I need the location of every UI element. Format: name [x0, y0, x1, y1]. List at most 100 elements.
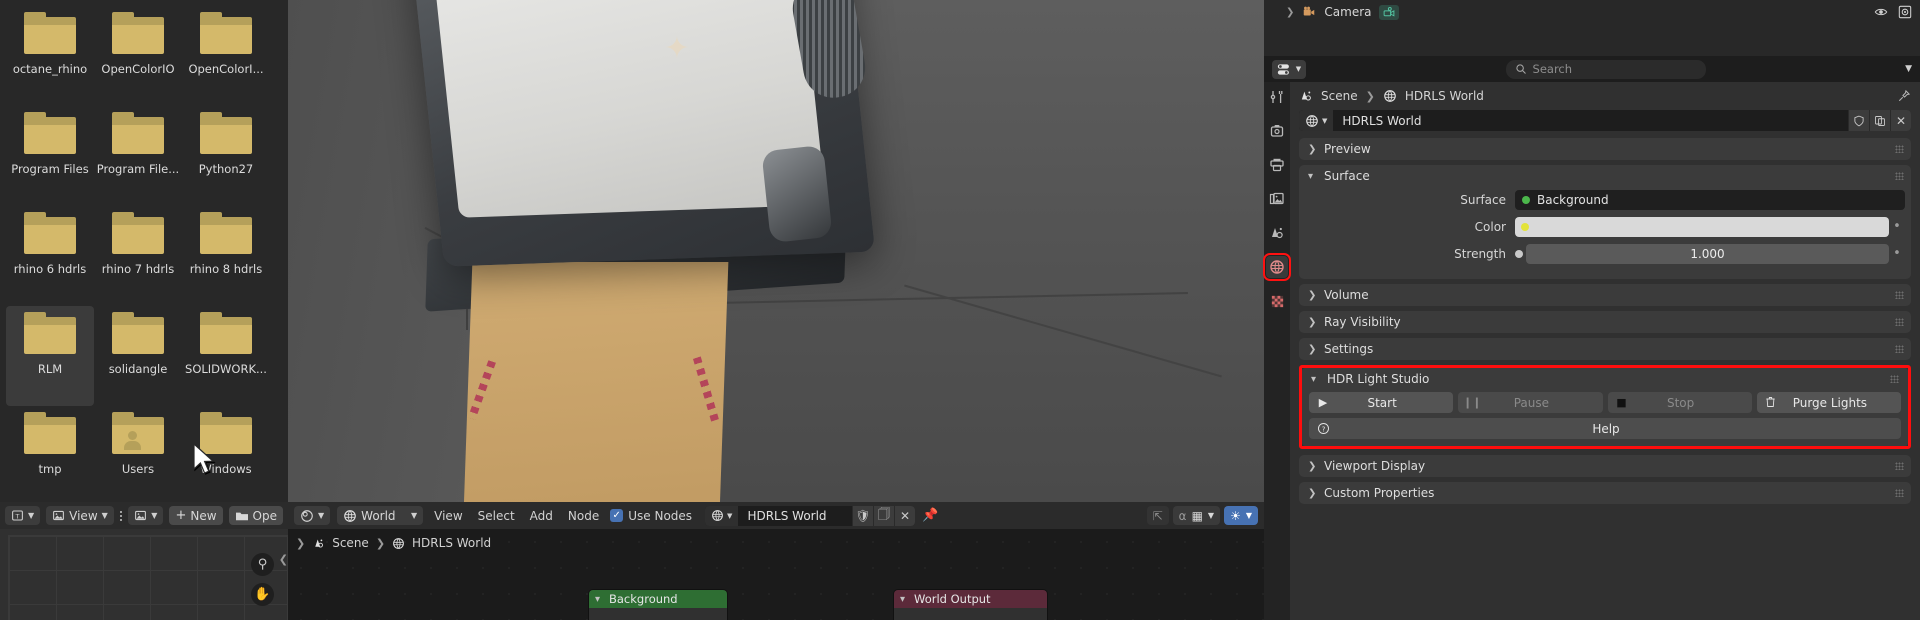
start-button[interactable]: ▶ Start: [1309, 392, 1454, 413]
overlay-toggle[interactable]: ☀ ▼: [1224, 506, 1258, 525]
camera-data-icon[interactable]: [1379, 4, 1400, 20]
surface-strength-slider[interactable]: 1.000: [1526, 243, 1889, 264]
view-menu[interactable]: View ▼: [46, 506, 114, 525]
outliner-camera-label[interactable]: Camera: [1324, 5, 1371, 19]
copy-icon[interactable]: [1869, 110, 1890, 131]
menu-node[interactable]: Node: [564, 509, 603, 523]
node-header[interactable]: ▾ World Output: [894, 590, 1047, 608]
file-item[interactable]: rhino 7 hdrls: [94, 206, 182, 306]
panel-grip-icon[interactable]: [1895, 291, 1904, 299]
panel-viewport-display[interactable]: ❯ Viewport Display: [1299, 455, 1911, 477]
editor-type-selector[interactable]: ▼: [1272, 59, 1306, 79]
panel-surface[interactable]: ▾ Surface Surface Background Color • Str…: [1299, 165, 1911, 279]
outliner-row-camera[interactable]: ❯ Camera: [1264, 0, 1920, 24]
use-nodes-checkbox[interactable]: ✓ Use Nodes: [610, 509, 692, 523]
snapping-controls[interactable]: ⍺ ▦ ▼: [1172, 506, 1221, 525]
breadcrumb-scene-label[interactable]: Scene: [332, 536, 369, 550]
file-item[interactable]: SOLIDWORK...: [182, 306, 270, 406]
copy-icon[interactable]: 🗍: [873, 505, 895, 526]
file-item[interactable]: OpenColorI...: [182, 6, 270, 106]
menu-select[interactable]: Select: [474, 509, 519, 523]
properties-tab-world[interactable]: [1263, 253, 1291, 281]
file-item[interactable]: Python27: [182, 106, 270, 206]
surface-shader-dropdown[interactable]: Background: [1515, 189, 1905, 210]
menu-icon[interactable]: [119, 510, 123, 521]
file-item[interactable]: Program File...: [94, 106, 182, 206]
shield-icon[interactable]: 🛡: [852, 505, 874, 526]
chevron-right-icon[interactable]: ❯: [1308, 344, 1317, 355]
chevron-right-icon[interactable]: ❯: [1308, 488, 1317, 499]
world-icon-button[interactable]: ▼: [705, 505, 739, 526]
file-item-selected[interactable]: RLM: [6, 306, 94, 406]
panel-grip-icon[interactable]: [1895, 345, 1904, 353]
panel-header[interactable]: ❯ Custom Properties: [1299, 482, 1911, 504]
pause-button[interactable]: ❙❙ Pause: [1458, 392, 1603, 413]
menu-view[interactable]: View: [430, 509, 466, 523]
chevron-right-icon[interactable]: ❯: [1308, 317, 1317, 328]
file-item[interactable]: Program Files: [6, 106, 94, 206]
help-button[interactable]: ? Help: [1309, 418, 1901, 439]
file-item[interactable]: solidangle: [94, 306, 182, 406]
menu-add[interactable]: Add: [526, 509, 557, 523]
chevron-right-icon[interactable]: ❯: [1308, 290, 1317, 301]
chevron-right-icon[interactable]: ❯: [1308, 461, 1317, 472]
properties-tab-texture[interactable]: [1266, 290, 1288, 312]
snap-arrow-icon[interactable]: ⇱: [1146, 506, 1169, 525]
zoom-icon[interactable]: ⚲: [251, 553, 274, 576]
panel-grip-icon[interactable]: [1895, 145, 1904, 153]
stop-button[interactable]: ■ Stop: [1607, 392, 1752, 413]
breadcrumb-expand-icon[interactable]: ❯: [296, 537, 305, 550]
panel-preview[interactable]: ❯ Preview: [1299, 138, 1911, 160]
chevron-down-icon[interactable]: ▾: [900, 594, 909, 605]
shader-type-selector[interactable]: World ▼: [337, 506, 424, 525]
panel-header[interactable]: ▾ HDR Light Studio: [1302, 368, 1908, 390]
chevron-down-icon[interactable]: ▾: [1311, 374, 1320, 385]
panel-grip-icon[interactable]: [1895, 318, 1904, 326]
world-datablock-selector[interactable]: ▼ HDRLS World 🛡 🗍 ✕: [705, 505, 916, 526]
panel-header[interactable]: ❯ Ray Visibility: [1299, 311, 1911, 333]
new-image-button[interactable]: + New: [169, 506, 223, 525]
properties-tab-tool[interactable]: [1266, 86, 1288, 108]
file-item[interactable]: OpenColorIO: [94, 6, 182, 106]
chevron-down-icon[interactable]: ▾: [595, 594, 604, 605]
breadcrumb-scene-label[interactable]: Scene: [1321, 89, 1358, 103]
animate-property-icon[interactable]: •: [1889, 246, 1905, 261]
properties-tab-scene[interactable]: [1266, 222, 1288, 244]
pan-icon[interactable]: ✋: [251, 583, 274, 606]
panel-hdr-light-studio[interactable]: ▾ HDR Light Studio ▶ Start ❙❙ Pause ■ St…: [1302, 368, 1908, 446]
breadcrumb-world-label[interactable]: HDRLS World: [412, 536, 491, 550]
editor-type-selector[interactable]: ▼: [294, 506, 331, 525]
shield-icon[interactable]: [1848, 110, 1869, 131]
properties-tab-output[interactable]: [1266, 154, 1288, 176]
file-item[interactable]: octane_rhino: [6, 6, 94, 106]
world-name-field[interactable]: HDRLS World: [1333, 114, 1848, 128]
panel-header[interactable]: ❯ Viewport Display: [1299, 455, 1911, 477]
chevron-right-icon[interactable]: ❯: [1308, 144, 1317, 155]
eye-icon[interactable]: [1874, 5, 1888, 19]
world-icon-button[interactable]: ▼: [1299, 110, 1334, 131]
panel-custom-properties[interactable]: ❯ Custom Properties: [1299, 482, 1911, 504]
background-node[interactable]: ▾ Background: [588, 589, 728, 620]
file-item[interactable]: rhino 8 hdrls: [182, 206, 270, 306]
breadcrumb-world-label[interactable]: HDRLS World: [1405, 89, 1484, 103]
panel-volume[interactable]: ❯ Volume: [1299, 284, 1911, 306]
panel-header[interactable]: ❯ Settings: [1299, 338, 1911, 360]
panel-grip-icon[interactable]: [1895, 489, 1904, 497]
shader-node-canvas[interactable]: ❯ Scene ❯ HDRLS World ▾ Background ▾ Wor…: [288, 529, 1264, 620]
panel-header[interactable]: ❯ Preview: [1299, 138, 1911, 160]
surface-color-swatch[interactable]: [1515, 216, 1889, 237]
file-item[interactable]: tmp: [6, 406, 94, 502]
world-datablock[interactable]: ▼ HDRLS World ✕: [1299, 110, 1911, 131]
file-item[interactable]: rhino 6 hdrls: [6, 206, 94, 306]
properties-tab-render[interactable]: [1266, 120, 1288, 142]
panel-grip-icon[interactable]: [1895, 172, 1904, 180]
camera-render-icon[interactable]: [1898, 5, 1912, 19]
world-output-node[interactable]: ▾ World Output: [893, 589, 1048, 620]
image-datablock-selector[interactable]: ▼: [128, 506, 164, 525]
panel-header[interactable]: ▾ Surface: [1299, 165, 1911, 187]
panel-grip-icon[interactable]: [1890, 375, 1899, 383]
image-editor-canvas[interactable]: ⚲ ✋ ❮: [0, 529, 288, 620]
file-item[interactable]: Users: [94, 406, 182, 502]
panel-header[interactable]: ❯ Volume: [1299, 284, 1911, 306]
animate-property-icon[interactable]: •: [1889, 219, 1905, 234]
